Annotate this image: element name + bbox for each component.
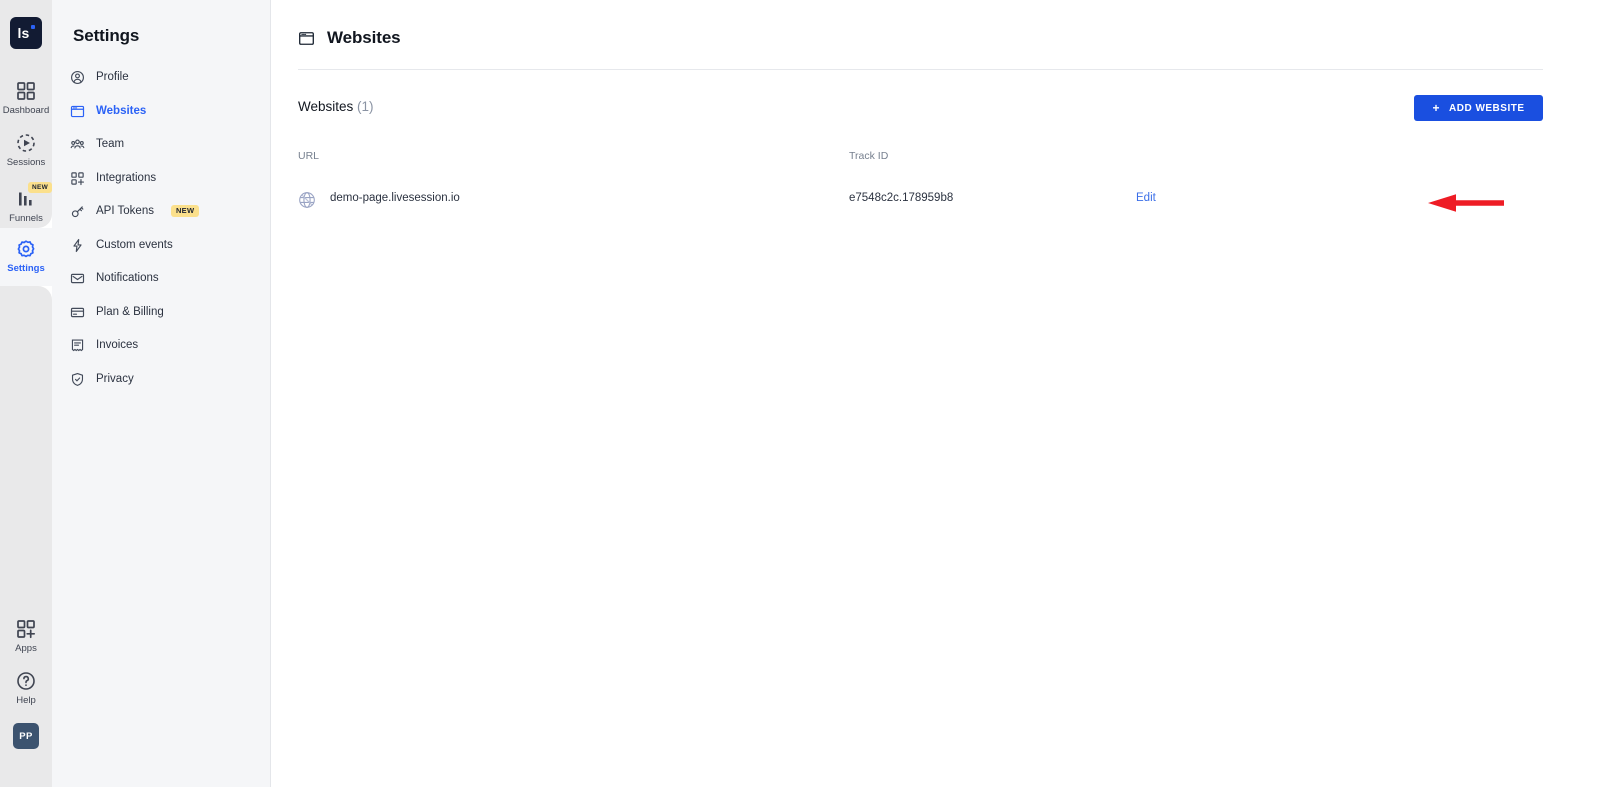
column-header-url: URL: [298, 150, 320, 162]
rail-badge-new: NEW: [28, 182, 53, 193]
sidebar-item-label: Notifications: [96, 272, 159, 284]
sidebar-item-privacy[interactable]: Privacy: [70, 366, 260, 392]
sidebar-item-label: Plan & Billing: [96, 306, 164, 318]
invoice-icon: [70, 338, 85, 353]
grid-icon: [15, 80, 37, 102]
page-title: Websites: [327, 28, 401, 47]
rail-item-label: Dashboard: [2, 105, 50, 116]
sidebar-item-team[interactable]: Team: [70, 131, 260, 157]
sidebar-item-label: Integrations: [96, 172, 157, 184]
shield-check-icon: [70, 372, 85, 387]
credit-card-icon: [70, 305, 85, 320]
rail-item-help[interactable]: Help: [0, 670, 52, 706]
sidebar-item-profile[interactable]: Profile: [70, 64, 260, 90]
rail-item-label: Help: [16, 695, 36, 706]
grid-plus-icon: [70, 171, 85, 186]
section-count: (1): [357, 99, 374, 114]
sidebar-item-plan-billing[interactable]: Plan & Billing: [70, 299, 260, 325]
edit-website-link[interactable]: Edit: [1136, 192, 1156, 204]
avatar-initials: PP: [19, 730, 33, 742]
rail-item-label: Apps: [15, 643, 37, 654]
rail-item-label: Funnels: [9, 213, 43, 224]
sidebar-item-label: Privacy: [96, 373, 134, 385]
sidebar-item-api-tokens[interactable]: API Tokens NEW: [70, 198, 260, 224]
browser-window-icon: [298, 30, 315, 47]
rail-item-settings[interactable]: Settings: [0, 238, 52, 274]
main-content: Websites Websites (1) + ADD WEBSITE URL …: [271, 0, 1600, 787]
globe-icon: [298, 191, 316, 209]
app-root: ls Dashboard Sessions Funnels NEW Settin…: [0, 0, 1600, 787]
question-circle-icon: [15, 670, 37, 692]
app-logo[interactable]: ls: [10, 17, 42, 49]
sidebar-item-label: Profile: [96, 71, 129, 83]
website-track-id: e7548c2c.178959b8: [849, 192, 954, 204]
sidebar-item-label: Websites: [96, 105, 147, 117]
sidebar-item-integrations[interactable]: Integrations: [70, 165, 260, 191]
envelope-icon: [70, 271, 85, 286]
people-icon: [70, 137, 85, 152]
rail-item-label: Settings: [7, 263, 45, 274]
page-header: Websites: [298, 28, 401, 48]
add-website-button[interactable]: + ADD WEBSITE: [1414, 95, 1543, 121]
table-row: demo-page.livesession.io e7548c2c.178959…: [298, 186, 1543, 214]
grid-plus-icon: [15, 618, 37, 640]
column-header-track-id: Track ID: [849, 150, 889, 162]
rail-item-apps[interactable]: Apps: [0, 618, 52, 654]
sidebar-item-custom-events[interactable]: Custom events: [70, 232, 260, 258]
key-icon: [70, 204, 85, 219]
rail-item-sessions[interactable]: Sessions: [0, 132, 52, 168]
rail-item-funnels[interactable]: Funnels: [0, 188, 52, 224]
gear-icon: [15, 238, 37, 260]
rail-item-label: Sessions: [6, 157, 46, 168]
sidebar-title: Settings: [73, 26, 140, 45]
section-title-label: Websites: [298, 99, 354, 114]
sidebar-item-label: API Tokens: [96, 205, 154, 217]
play-circle-dashed-icon: [15, 132, 37, 154]
logo-dot-icon: [30, 25, 35, 29]
header-divider: [298, 69, 1543, 70]
sidebar-item-invoices[interactable]: Invoices: [70, 332, 260, 358]
website-url[interactable]: demo-page.livesession.io: [330, 192, 460, 204]
user-circle-icon: [70, 70, 85, 85]
sidebar-item-label: Invoices: [96, 339, 139, 351]
sidebar-item-websites[interactable]: Websites: [70, 98, 260, 124]
sidebar-item-label: Custom events: [96, 239, 173, 251]
settings-sidebar: Settings Profile Websites Team Integrati…: [52, 0, 271, 787]
lightning-bolt-icon: [70, 238, 85, 253]
browser-window-icon: [70, 104, 85, 119]
avatar[interactable]: PP: [13, 723, 39, 749]
sidebar-item-notifications[interactable]: Notifications: [70, 265, 260, 291]
add-website-button-label: ADD WEBSITE: [1449, 102, 1525, 114]
sidebar-badge-new: NEW: [170, 204, 200, 218]
plus-icon: +: [1432, 101, 1440, 115]
app-logo-text: ls: [17, 25, 30, 41]
sidebar-item-label: Team: [96, 138, 125, 150]
rail-item-dashboard[interactable]: Dashboard: [0, 80, 52, 116]
section-title: Websites (1): [298, 99, 374, 114]
primary-nav-rail: ls Dashboard Sessions Funnels NEW Settin…: [0, 0, 53, 787]
